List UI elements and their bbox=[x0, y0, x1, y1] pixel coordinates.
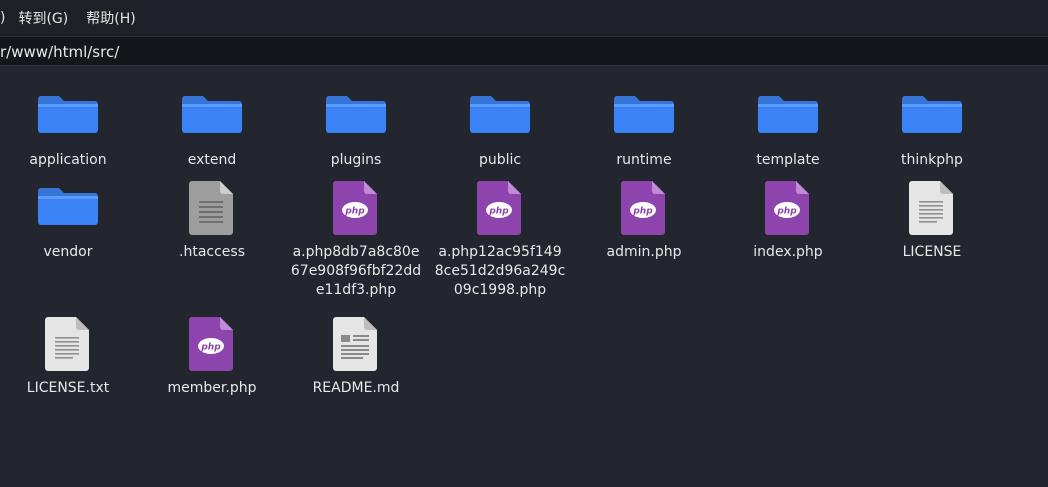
file-item[interactable]: .htaccess bbox=[144, 179, 280, 262]
file-item[interactable]: php a.php8db7a8c80e67e908f96fbf22dde11df3… bbox=[288, 179, 424, 300]
folder-icon bbox=[901, 87, 963, 145]
config-file-icon bbox=[181, 179, 243, 237]
svg-text:php: php bbox=[632, 207, 653, 217]
folder-icon bbox=[757, 87, 819, 145]
location-bar[interactable]: r/www/html/src/ bbox=[0, 36, 1048, 66]
svg-text:php: php bbox=[776, 207, 797, 217]
file-item[interactable]: php index.php bbox=[720, 179, 856, 262]
file-item[interactable]: extend bbox=[144, 87, 280, 170]
file-item[interactable]: php member.php bbox=[144, 315, 280, 398]
file-name: runtime bbox=[616, 152, 672, 168]
menu-item-view[interactable]: ) bbox=[0, 10, 5, 26]
folder-icon bbox=[37, 179, 99, 237]
php-file-icon: php bbox=[181, 315, 243, 373]
text-file-icon bbox=[37, 315, 99, 373]
markdown-file-icon bbox=[325, 315, 387, 373]
svg-text:php: php bbox=[344, 207, 365, 217]
file-name: LICENSE.txt bbox=[26, 380, 110, 396]
php-file-icon: php bbox=[757, 179, 819, 237]
file-name: member.php bbox=[167, 380, 257, 396]
file-name: index.php bbox=[753, 244, 823, 260]
file-item[interactable]: vendor bbox=[0, 179, 136, 262]
file-name: thinkphp bbox=[901, 152, 963, 168]
file-name: a.php8db7a8c80e67e908f96fbf22dde11df3.ph… bbox=[290, 244, 422, 298]
menubar: ) 转到(G) 帮助(H) bbox=[0, 0, 1048, 36]
file-name: README.md bbox=[312, 380, 400, 396]
file-name: public bbox=[478, 152, 522, 168]
file-item[interactable]: php admin.php bbox=[576, 179, 712, 262]
file-item[interactable]: README.md bbox=[288, 315, 424, 398]
text-file-icon bbox=[901, 179, 963, 237]
file-name: template bbox=[756, 152, 820, 168]
folder-icon bbox=[37, 87, 99, 145]
file-name: .htaccess bbox=[179, 244, 245, 260]
menu-item-help[interactable]: 帮助(H) bbox=[86, 8, 135, 28]
php-file-icon: php bbox=[613, 179, 675, 237]
file-name: vendor bbox=[43, 244, 93, 260]
file-grid: application extend plugins public runtime tem… bbox=[0, 67, 1048, 487]
file-item[interactable]: LICENSE bbox=[864, 179, 1000, 262]
svg-text:php: php bbox=[200, 343, 221, 353]
folder-icon bbox=[613, 87, 675, 145]
menu-item-go[interactable]: 转到(G) bbox=[18, 8, 68, 28]
file-item[interactable]: public bbox=[432, 87, 568, 170]
file-name: plugins bbox=[330, 152, 382, 168]
file-item[interactable]: thinkphp bbox=[864, 87, 1000, 170]
location-path[interactable]: r/www/html/src/ bbox=[0, 37, 119, 67]
folder-icon bbox=[469, 87, 531, 145]
file-item[interactable]: application bbox=[0, 87, 136, 170]
folder-icon bbox=[181, 87, 243, 145]
file-name: extend bbox=[187, 152, 237, 168]
file-name: admin.php bbox=[606, 244, 682, 260]
folder-icon bbox=[325, 87, 387, 145]
file-name: a.php12ac95f1498ce51d2d96a249c09c1998.ph… bbox=[434, 244, 566, 298]
php-file-icon: php bbox=[469, 179, 531, 237]
file-item[interactable]: runtime bbox=[576, 87, 712, 170]
svg-text:php: php bbox=[488, 207, 509, 217]
file-item[interactable]: LICENSE.txt bbox=[0, 315, 136, 398]
file-item[interactable]: plugins bbox=[288, 87, 424, 170]
file-item[interactable]: php a.php12ac95f1498ce51d2d96a249c09c1998… bbox=[432, 179, 568, 300]
php-file-icon: php bbox=[325, 179, 387, 237]
file-name: application bbox=[29, 152, 107, 168]
file-name: LICENSE bbox=[902, 244, 962, 260]
file-item[interactable]: template bbox=[720, 87, 856, 170]
